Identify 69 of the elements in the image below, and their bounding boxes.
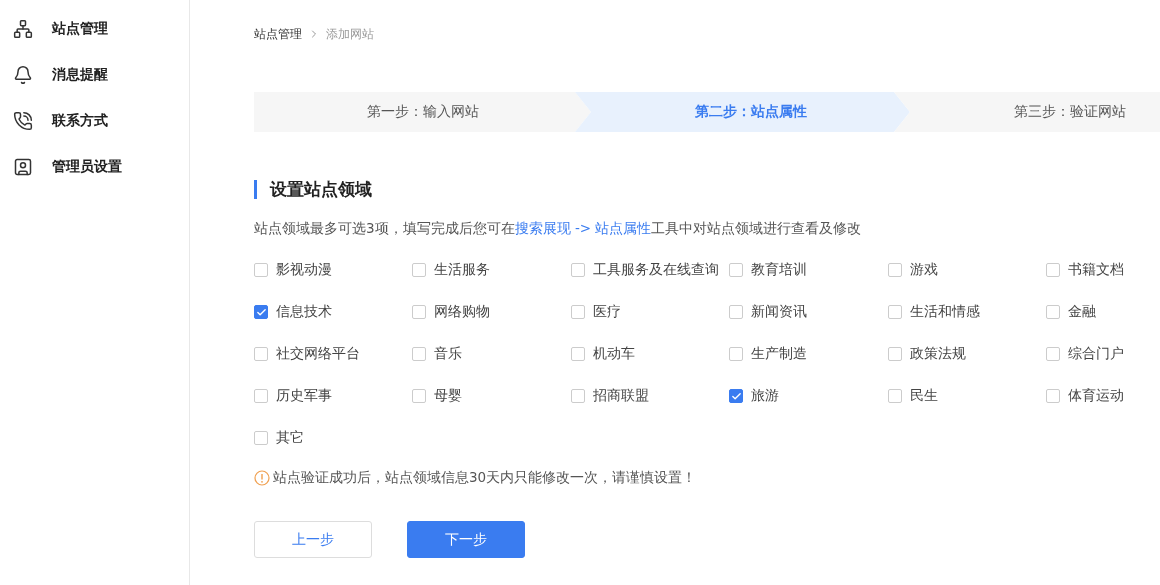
checkbox-label: 信息技术 [276,303,332,321]
checkbox[interactable] [570,347,585,361]
checkbox-label: 书籍文档 [1067,261,1124,279]
checkbox[interactable] [254,431,268,445]
checkbox[interactable] [1045,263,1060,277]
checkbox[interactable] [254,347,268,361]
checkbox[interactable] [412,347,427,361]
sidebar-item[interactable]: 联系方式 [0,109,189,132]
checkbox-label: 社交网络平台 [276,345,360,363]
checkbox-label: 民生 [909,387,938,405]
description-text: 站点领域最多可选3项，填写完成后您可在搜索展现 -> 站点属性工具中对站点领域进行查看及修改 [254,220,863,238]
checkbox[interactable] [1045,389,1060,403]
checkbox-label: 影视动漫 [276,261,332,279]
checkbox[interactable] [729,305,744,319]
checkbox-label: 生产制造 [751,345,808,363]
link[interactable]: 搜索展现 -> 站点属性 [514,220,652,236]
warning-icon [254,470,270,486]
checkbox[interactable] [1045,305,1060,319]
checkbox[interactable] [887,305,902,319]
sidebar-item[interactable]: 管理员设置 [0,155,189,178]
next-button[interactable]: 下一步 [407,521,525,558]
checkbox[interactable] [412,263,427,277]
sitemap-icon [13,18,33,39]
user-card-icon [13,156,33,177]
checkbox-label: 体育运动 [1067,387,1124,405]
checkbox[interactable] [412,389,427,403]
checkbox[interactable] [254,263,268,277]
bell-icon [13,64,33,85]
checkbox-label: 政策法规 [909,345,966,363]
checkbox[interactable] [729,347,744,361]
checkbox-label: 网络购物 [434,303,491,321]
step-tab[interactable]: 第一步：输入网站 [254,92,591,132]
checkbox-label: 生活和情感 [909,303,980,321]
checkbox[interactable] [729,263,744,277]
checkbox[interactable] [887,389,902,403]
section-title: 设置站点领域 [254,180,372,199]
checkbox-label: 医疗 [592,303,621,321]
phone-icon [13,110,33,131]
checkbox[interactable] [887,263,902,277]
checkbox[interactable] [887,347,902,361]
checkbox[interactable] [254,389,268,403]
checkbox-label: 综合门户 [1067,345,1124,363]
breadcrumb-item[interactable]: 站点管理 [254,25,302,43]
sidebar-item[interactable]: 站点管理 [0,17,189,40]
checkbox-label: 历史军事 [276,387,332,405]
checkbox[interactable] [1045,347,1060,361]
checkbox-label: 新闻资讯 [751,303,808,321]
checkbox-label: 母婴 [434,387,463,405]
checkbox-label: 教育培训 [751,261,808,279]
previous-button[interactable]: 上一步 [254,521,372,558]
checkbox-label: 工具服务及在线查询 [592,261,719,279]
checkbox-label: 机动车 [592,345,635,363]
checkbox[interactable] [570,305,585,319]
step-tab[interactable]: 第三步：验证网站 [894,92,1160,132]
checkbox-label: 招商联盟 [592,387,649,405]
warning-text: 站点验证成功后，站点领域信息30天内只能修改一次，请谨慎设置！ [273,469,697,487]
checkbox-label: 其它 [276,429,304,447]
checkbox-label: 音乐 [434,345,463,363]
checkbox-label: 旅游 [751,387,780,405]
checkbox[interactable] [570,263,585,277]
checkbox[interactable] [729,389,744,403]
checkbox-label: 游戏 [909,261,938,279]
checkbox-label: 金融 [1067,303,1096,321]
breadcrumb-item: 添加网站 [326,25,374,43]
checkbox-label: 生活服务 [434,261,491,279]
checkbox[interactable] [570,389,585,403]
sidebar-item[interactable]: 消息提醒 [0,63,189,86]
checkbox[interactable] [254,305,268,319]
checkbox[interactable] [412,305,427,319]
